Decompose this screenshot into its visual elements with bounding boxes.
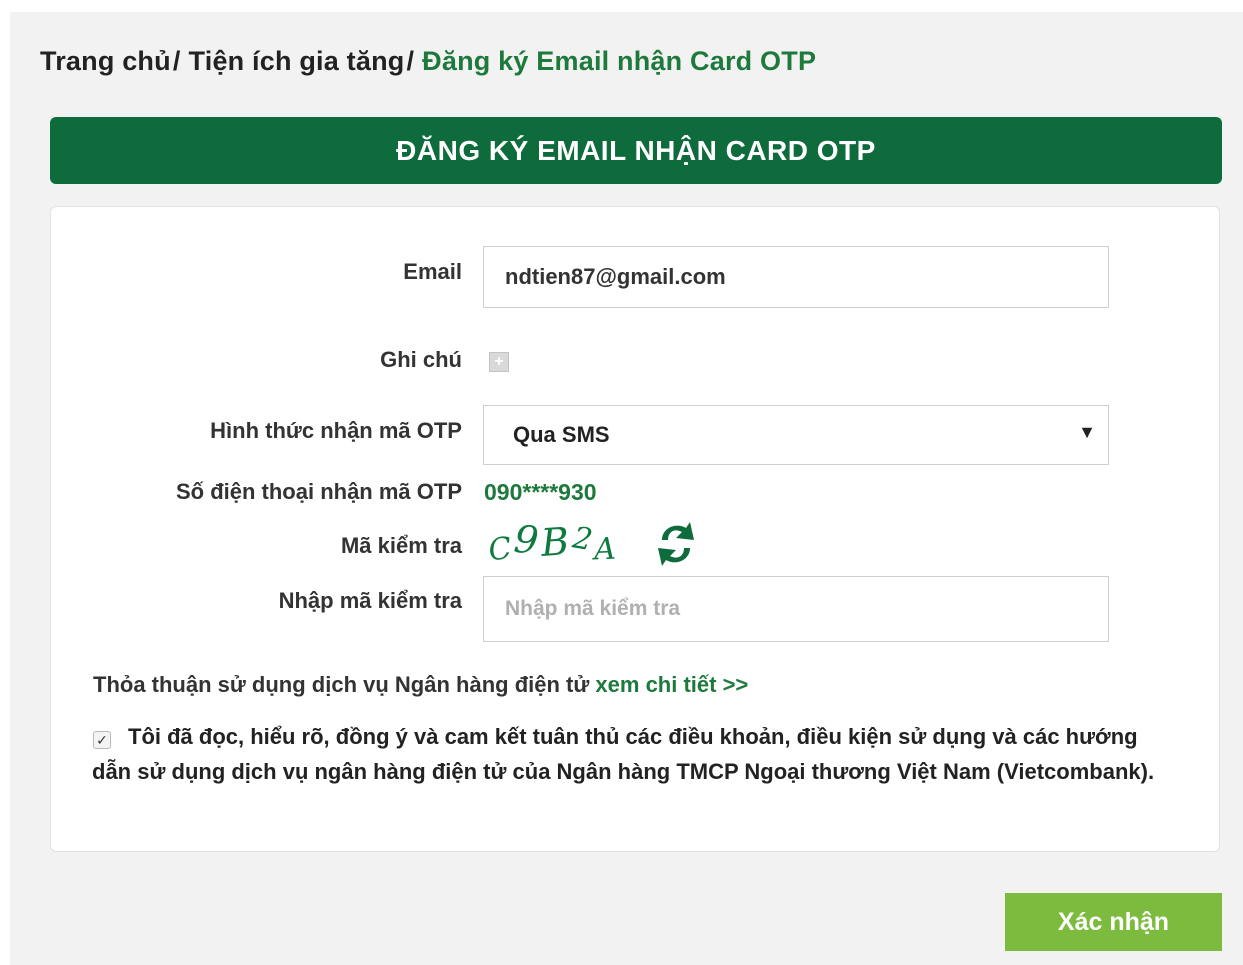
breadcrumb: Trang chủ/Tiện ích gia tăng/Đăng ký Emai… [40, 46, 816, 77]
captcha-char: B [539, 518, 574, 566]
otp-phone-value: 090****930 [484, 479, 597, 505]
otp-method-select[interactable]: Qua SMS ▼ [483, 405, 1109, 465]
breadcrumb-current: Đăng ký Email nhận Card OTP [422, 46, 817, 76]
note-label: Ghi chú [380, 347, 462, 372]
terms-text: Tôi đã đọc, hiểu rõ, đồng ý và cam kết t… [92, 724, 1155, 784]
captcha-image: C9B2A [486, 517, 619, 569]
captcha-char: A [593, 531, 620, 568]
captcha-label: Mã kiểm tra [340, 533, 462, 558]
page-title: ĐĂNG KÝ EMAIL NHẬN CARD OTP [50, 117, 1222, 184]
breadcrumb-separator: / [172, 46, 181, 76]
breadcrumb-home[interactable]: Trang chủ [40, 46, 171, 76]
otp-phone-label: Số điện thoại nhận mã OTP [175, 479, 462, 504]
agreement-link[interactable]: xem chi tiết >> [595, 672, 748, 697]
otp-method-value: Qua SMS [513, 422, 610, 447]
confirm-button[interactable]: Xác nhận [1005, 893, 1222, 951]
captcha-input[interactable]: Nhập mã kiểm tra [483, 576, 1109, 642]
email-label: Email [403, 259, 462, 284]
agreement-line: Thỏa thuận sử dụng dịch vụ Ngân hàng điệ… [93, 672, 748, 698]
agreement-text: Thỏa thuận sử dụng dịch vụ Ngân hàng điệ… [93, 672, 590, 697]
page-edge [0, 0, 10, 965]
refresh-icon[interactable] [654, 518, 698, 572]
breadcrumb-utilities[interactable]: Tiện ích gia tăng [189, 46, 405, 76]
terms-checkbox[interactable]: ✓ [93, 731, 111, 749]
breadcrumb-separator: / [406, 46, 415, 76]
page: Trang chủ/Tiện ích gia tăng/Đăng ký Emai… [0, 0, 1243, 965]
email-field[interactable]: ndtien87@gmail.com [483, 246, 1109, 308]
plus-icon[interactable]: + [489, 352, 509, 372]
page-edge-top [0, 0, 1243, 12]
captcha-input-label: Nhập mã kiểm tra [278, 588, 462, 613]
chevron-down-icon: ▼ [1078, 422, 1096, 442]
otp-method-label: Hình thức nhận mã OTP [210, 418, 462, 443]
